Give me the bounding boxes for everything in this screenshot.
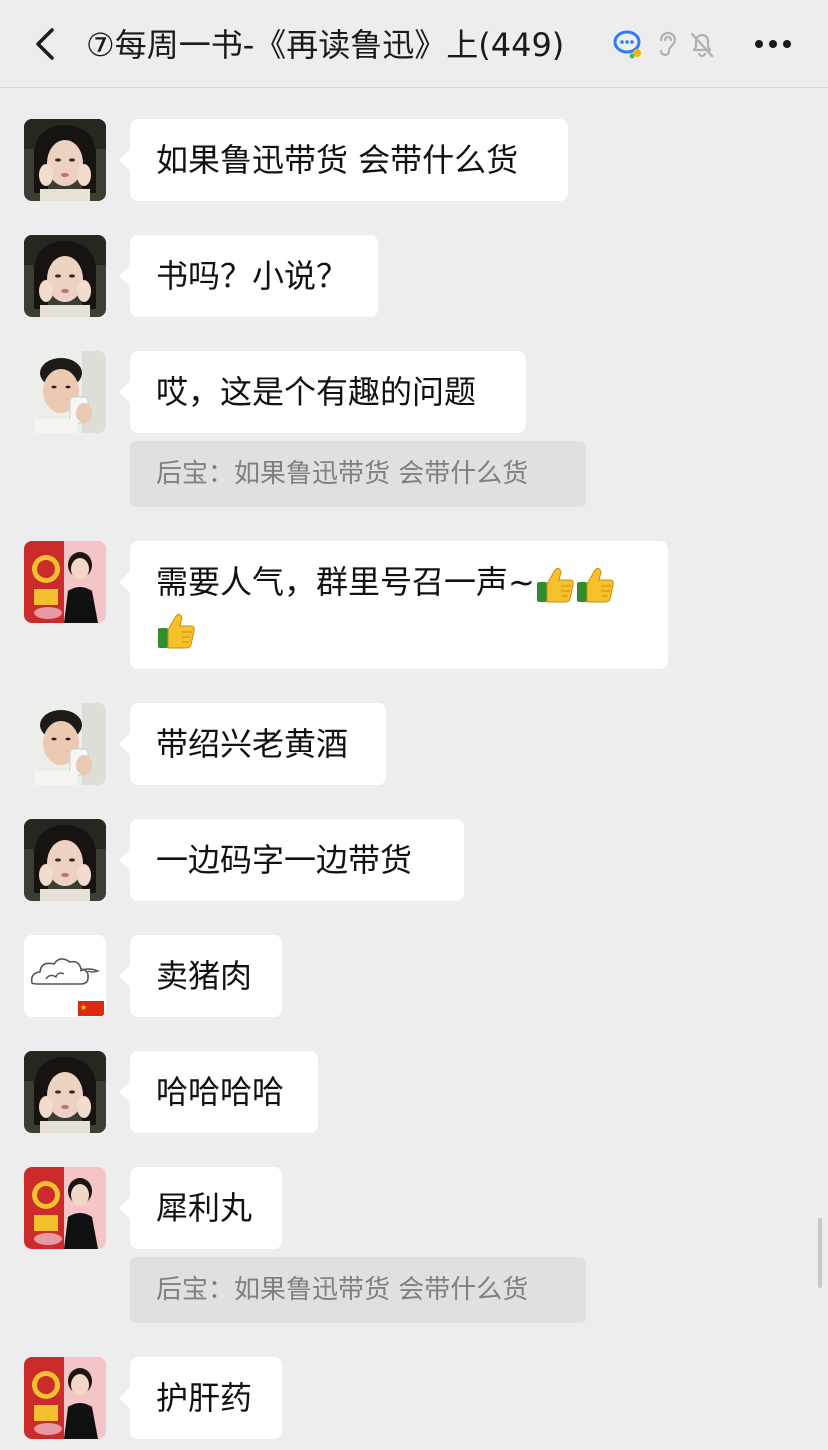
quoted-message[interactable]: 后宝：如果鲁迅带货 会带什么货: [130, 1257, 586, 1323]
group-chat-icon[interactable]: [612, 28, 644, 60]
message-bubble[interactable]: 哈哈哈哈: [119, 1051, 318, 1133]
avatar-woman-dark-hair[interactable]: [24, 819, 106, 901]
avatar-cloud-flag[interactable]: [24, 935, 106, 1017]
message-bubble[interactable]: 哎，这是个有趣的问题: [119, 351, 526, 433]
thumbs-up-icon: [536, 567, 574, 603]
avatar-man-drinking[interactable]: [24, 703, 106, 785]
avatar-woman-dark-hair[interactable]: [24, 1051, 106, 1133]
bell-off-icon[interactable]: [686, 28, 718, 60]
chat-title: ⑦每周一书-《再读鲁迅》上(449): [86, 26, 565, 64]
avatar-woman-dark-hair[interactable]: [24, 119, 106, 201]
avatar-woman-red-poster[interactable]: [24, 541, 106, 623]
avatar-woman-dark-hair[interactable]: [24, 235, 106, 317]
avatar-man-drinking[interactable]: [24, 351, 106, 433]
avatar-woman-red-poster[interactable]: [24, 1167, 106, 1249]
message-text: 需要人气，群里号召一声~: [156, 563, 535, 601]
message-bubble[interactable]: 卖猪肉: [119, 935, 282, 1017]
avatar-woman-red-poster[interactable]: [24, 1357, 106, 1439]
message-bubble[interactable]: 护肝药: [119, 1357, 282, 1439]
chevron-left-icon[interactable]: [28, 24, 62, 64]
scrollbar-thumb[interactable]: [818, 1218, 822, 1288]
thumbs-up-icon: [157, 613, 195, 649]
message-bubble[interactable]: 如果鲁迅带货 会带什么货: [119, 119, 568, 201]
thumbs-up-icon: [576, 567, 614, 603]
more-dots-icon[interactable]: [754, 38, 792, 50]
quoted-message[interactable]: 后宝：如果鲁迅带货 会带什么货: [130, 441, 586, 507]
earpiece-icon[interactable]: [652, 28, 684, 60]
message-bubble[interactable]: 带绍兴老黄酒: [119, 703, 386, 785]
message-bubble[interactable]: 犀利丸: [119, 1167, 282, 1249]
message-bubble[interactable]: 一边码字一边带货: [119, 819, 464, 901]
message-bubble[interactable]: 书吗？小说？: [119, 235, 378, 317]
message-bubble[interactable]: 需要人气，群里号召一声~: [119, 541, 668, 669]
chat-header: ⑦每周一书-《再读鲁迅》上(449): [0, 0, 828, 88]
